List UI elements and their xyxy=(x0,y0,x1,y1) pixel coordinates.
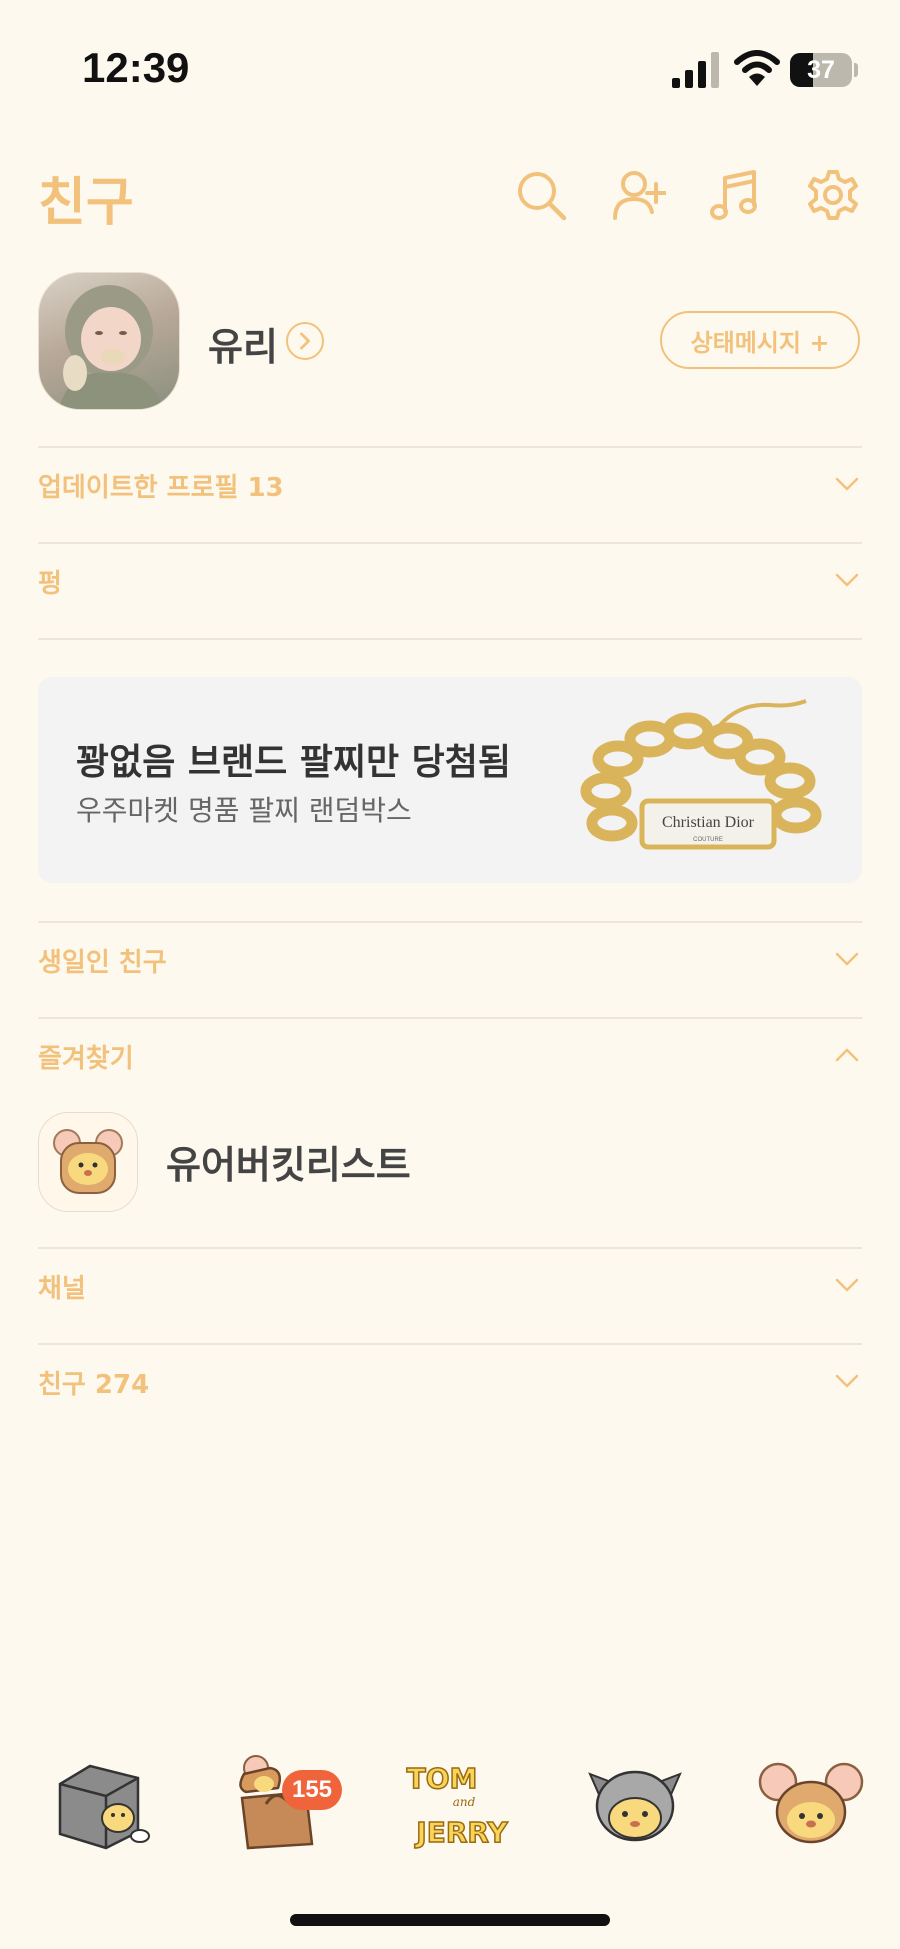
chevron-down-icon xyxy=(832,944,862,974)
divider xyxy=(38,1343,862,1345)
divider xyxy=(38,446,862,448)
tab-more[interactable] xyxy=(756,1748,866,1858)
status-bar: 12:39 37 xyxy=(0,0,900,140)
bracelet-subtext: COUTURE xyxy=(693,837,723,843)
status-time: 12:39 xyxy=(82,44,190,91)
section-label: 채널 xyxy=(38,1274,86,1304)
section-updated-profiles[interactable]: 업데이트한 프로필 13 xyxy=(38,455,862,515)
bracelet-image: Christian Dior COUTURE xyxy=(580,699,822,850)
divider xyxy=(38,1017,862,1019)
section-label: 펑 xyxy=(38,569,62,599)
battery-icon: 37 xyxy=(790,53,852,87)
logo-jerry: JERRY xyxy=(414,1816,508,1849)
tab-friends[interactable] xyxy=(46,1748,156,1858)
jerry-face-icon xyxy=(758,1762,864,1844)
divider xyxy=(38,542,862,544)
tab-shopping[interactable] xyxy=(580,1748,690,1858)
divider xyxy=(38,921,862,923)
battery-nub xyxy=(854,63,858,77)
search-icon[interactable] xyxy=(514,168,568,222)
battery-level: 37 xyxy=(807,56,835,84)
wifi-icon xyxy=(734,50,780,86)
music-icon[interactable] xyxy=(708,168,762,222)
ad-subtitle: 우주마켓 명품 팔찌 랜덤박스 xyxy=(76,794,412,827)
chevron-down-icon xyxy=(832,565,862,595)
logo-and: and xyxy=(453,1795,476,1809)
chevron-down-icon xyxy=(832,1366,862,1396)
add-friend-icon[interactable] xyxy=(612,168,667,222)
favorite-avatar[interactable] xyxy=(38,1112,138,1212)
profile-avatar[interactable] xyxy=(38,272,180,410)
tab-view[interactable]: TOM and JERRY xyxy=(406,1748,516,1858)
section-label: 즐겨찾기 xyxy=(38,1044,134,1074)
divider xyxy=(38,1247,862,1249)
section-label: 생일인 친구 xyxy=(38,948,167,978)
profile-name[interactable]: 유리 xyxy=(208,316,278,371)
chevron-down-icon xyxy=(832,1270,862,1300)
divider xyxy=(38,638,862,640)
logo-tom: TOM xyxy=(407,1762,478,1795)
section-label: 친구 274 xyxy=(38,1370,150,1400)
tom-and-jerry-logo: TOM and JERRY xyxy=(406,1761,509,1850)
settings-icon[interactable] xyxy=(806,168,860,222)
ad-banner[interactable]: 꽝없음 브랜드 팔찌만 당첨됨 우주마켓 명품 팔찌 랜덤박스 Christia… xyxy=(38,677,862,883)
ad-title: 꽝없음 브랜드 팔찌만 당첨됨 xyxy=(76,742,512,783)
section-label: 업데이트한 프로필 13 xyxy=(38,473,284,503)
section-channels[interactable]: 채널 xyxy=(38,1256,862,1316)
chat-badge: 155 xyxy=(282,1770,342,1810)
section-favorites[interactable]: 즐겨찾기 xyxy=(38,1026,862,1086)
chevron-up-icon xyxy=(832,1040,862,1070)
section-friends[interactable]: 친구 274 xyxy=(38,1352,862,1412)
bracelet-brand: Christian Dior xyxy=(662,814,755,831)
tom-face-icon xyxy=(588,1770,682,1842)
tom-cube-icon xyxy=(58,1764,150,1850)
cellular-signal-icon xyxy=(672,52,719,88)
status-message-button[interactable]: 상태메시지 + xyxy=(660,311,860,369)
page-title: 친구 xyxy=(38,173,134,233)
home-indicator[interactable] xyxy=(290,1914,610,1926)
section-pung[interactable]: 펑 xyxy=(38,551,862,611)
favorite-name[interactable]: 유어버킷리스트 xyxy=(166,1134,411,1189)
section-birthday[interactable]: 생일인 친구 xyxy=(38,930,862,990)
chevron-down-icon xyxy=(832,469,862,499)
chevron-right-icon[interactable] xyxy=(286,322,324,360)
tab-bar: TOM and JERRY xyxy=(0,1740,900,1880)
